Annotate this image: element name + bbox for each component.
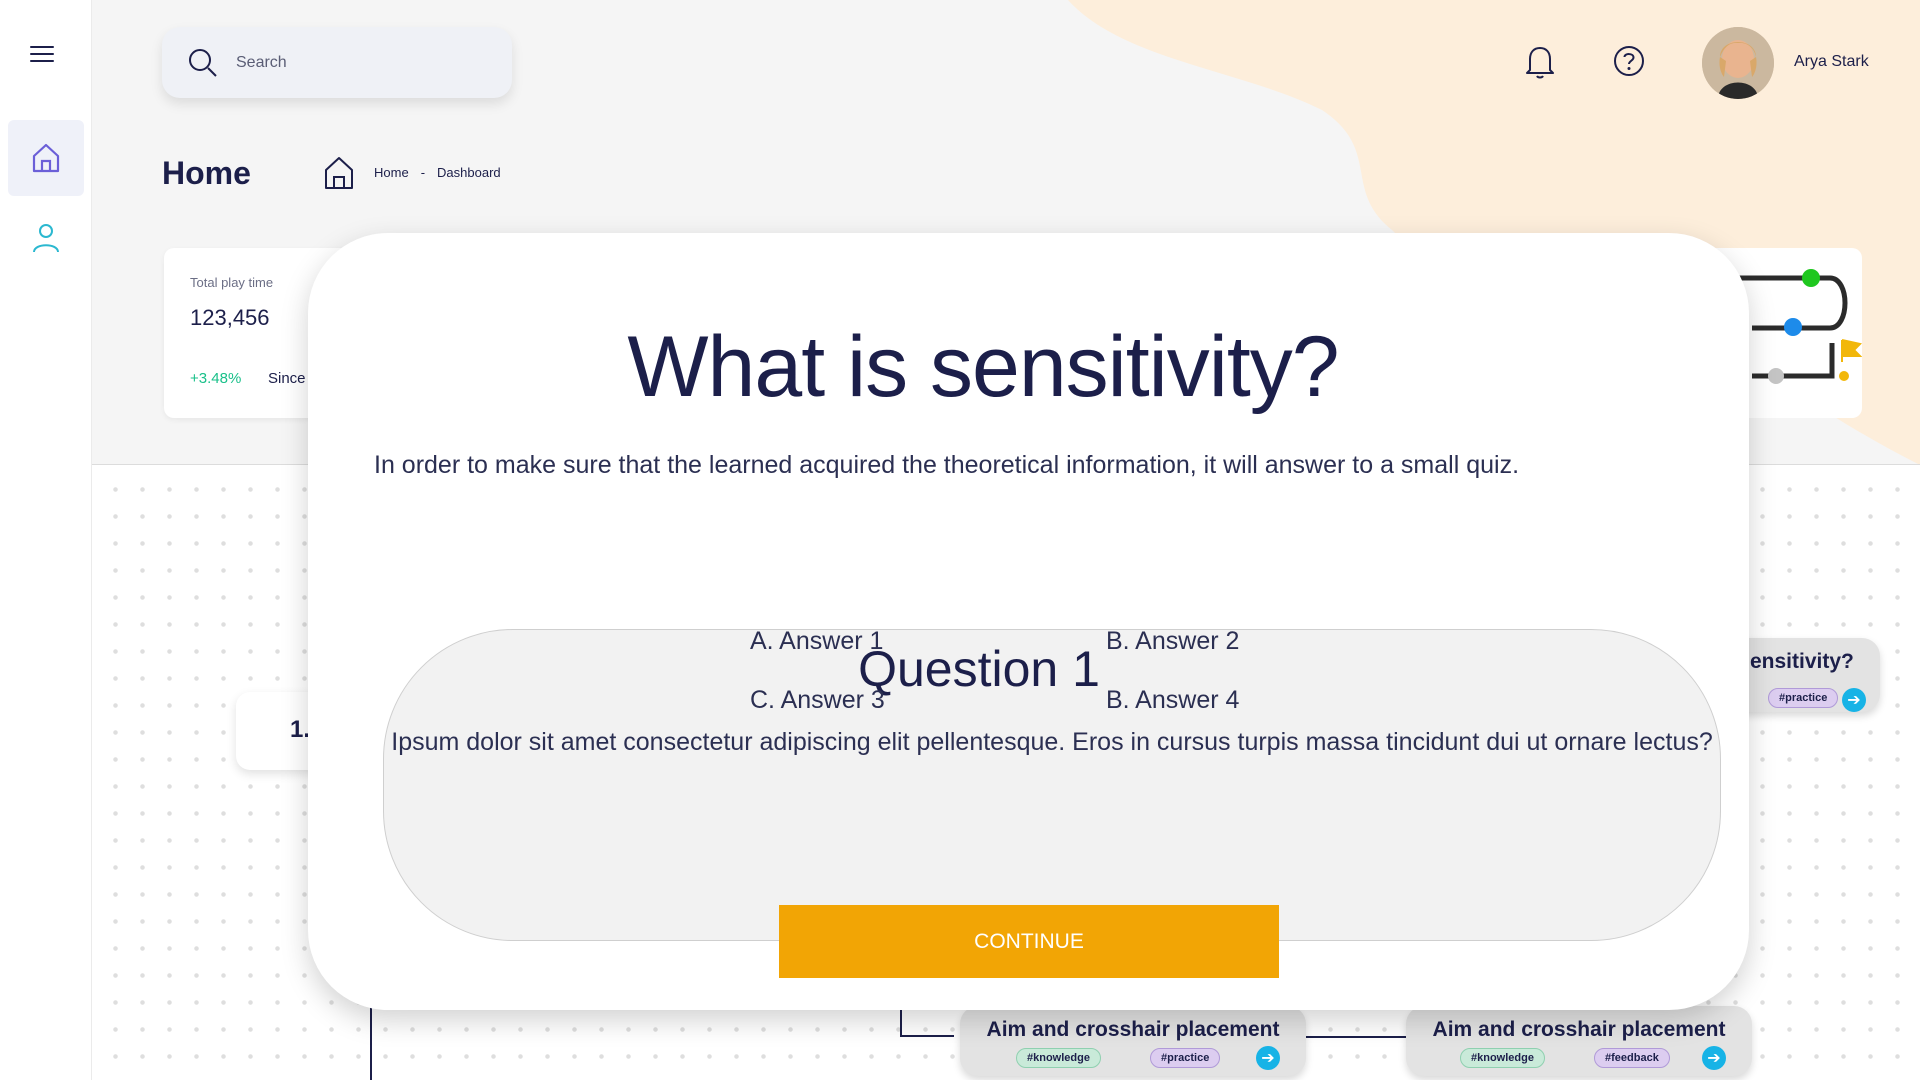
tag-knowledge: #knowledge bbox=[1460, 1048, 1545, 1068]
connector-line bbox=[900, 1035, 954, 1037]
answer-option-a[interactable]: A. Answer 1 bbox=[750, 627, 883, 656]
breadcrumb-separator: - bbox=[420, 165, 426, 180]
arrow-right-icon: ➔ bbox=[1707, 1048, 1721, 1067]
stat-since: Since bbox=[268, 370, 306, 387]
arrow-right-icon: ➔ bbox=[1261, 1048, 1275, 1067]
arrow-right-icon: ➔ bbox=[1847, 690, 1861, 709]
search-bar[interactable] bbox=[162, 27, 512, 98]
help-icon[interactable] bbox=[1612, 44, 1646, 78]
tag-feedback: #feedback bbox=[1594, 1048, 1670, 1068]
menu-icon[interactable] bbox=[30, 46, 54, 64]
tag-practice: #practice bbox=[1768, 688, 1839, 708]
card-aim-crosshair-2-title: Aim and crosshair placement bbox=[1432, 1018, 1726, 1041]
breadcrumb-home-icon[interactable] bbox=[324, 156, 354, 190]
bell-icon[interactable] bbox=[1524, 44, 1556, 80]
modal-title: What is sensitivity? bbox=[627, 319, 1339, 415]
sidebar-item-home[interactable] bbox=[8, 120, 84, 196]
tag-practice: #practice bbox=[1150, 1048, 1221, 1068]
search-icon bbox=[189, 48, 217, 77]
path-node-1-label: 1. bbox=[290, 716, 311, 743]
answer-option-c[interactable]: C. Answer 3 bbox=[750, 686, 885, 715]
card-aim-crosshair-2-go-button[interactable]: ➔ bbox=[1702, 1046, 1726, 1070]
avatar[interactable] bbox=[1702, 27, 1774, 99]
user-icon bbox=[33, 224, 59, 253]
connector-line bbox=[1306, 1036, 1406, 1038]
card-aim-crosshair-1-go-button[interactable]: ➔ bbox=[1256, 1046, 1280, 1070]
user-photo bbox=[1702, 27, 1774, 99]
card-aim-crosshair-2[interactable]: Aim and crosshair placement #knowledge #… bbox=[1406, 1006, 1752, 1076]
breadcrumb: Home - Dashboard bbox=[374, 165, 501, 180]
username[interactable]: Arya Stark bbox=[1794, 53, 1869, 71]
tag-knowledge: #knowledge bbox=[1016, 1048, 1101, 1068]
search-input[interactable] bbox=[236, 53, 476, 72]
card-aim-crosshair-1-title: Aim and crosshair placement bbox=[986, 1018, 1280, 1041]
question-title: Question 1 bbox=[858, 641, 1100, 697]
answer-option-b[interactable]: B. Answer 2 bbox=[1106, 627, 1239, 656]
home-icon bbox=[32, 143, 60, 173]
card-aim-crosshair-1[interactable]: Aim and crosshair placement #knowledge #… bbox=[960, 1006, 1306, 1076]
sidebar-item-profile[interactable] bbox=[8, 200, 84, 276]
breadcrumb-home[interactable]: Home bbox=[374, 165, 409, 180]
quiz-modal: What is sensitivity? In order to make su… bbox=[308, 233, 1749, 1010]
breadcrumb-dashboard[interactable]: Dashboard bbox=[437, 165, 501, 180]
sidebar bbox=[0, 0, 92, 1080]
card-sensitivity-go-button[interactable]: ➔ bbox=[1842, 688, 1866, 712]
page-title: Home bbox=[162, 155, 251, 191]
continue-button[interactable]: CONTINUE bbox=[779, 905, 1279, 978]
flag-icon bbox=[1841, 339, 1862, 362]
stat-label: Total play time bbox=[190, 275, 274, 290]
answer-option-d[interactable]: B. Answer 4 bbox=[1106, 686, 1239, 715]
modal-description: In order to make sure that the learned a… bbox=[374, 451, 1520, 479]
quiz-panel: Question 1 Ipsum dolor sit amet consecte… bbox=[383, 627, 1721, 941]
question-text: Ipsum dolor sit amet consectetur adipisc… bbox=[391, 728, 1713, 756]
stat-value: 123,456 bbox=[190, 305, 270, 330]
stat-change: +3.48% bbox=[190, 370, 242, 387]
